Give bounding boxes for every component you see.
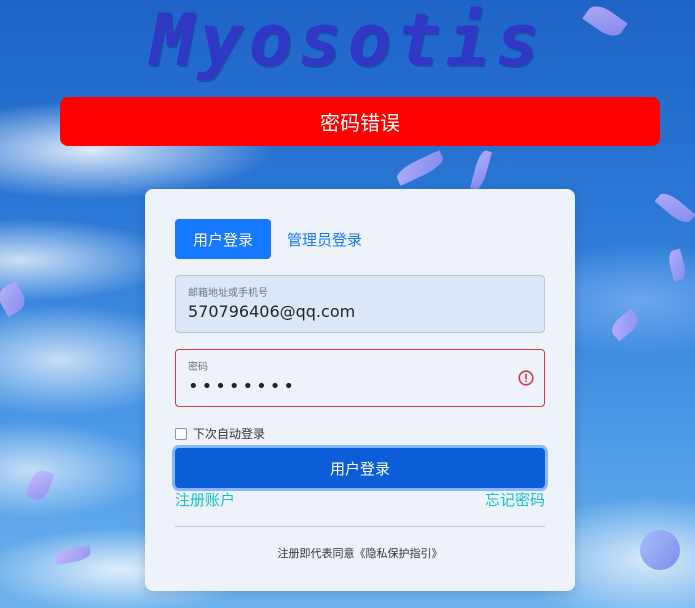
login-tabs: 用户登录 管理员登录	[175, 219, 362, 259]
forgot-password-link[interactable]: 忘记密码	[485, 489, 545, 510]
privacy-notice: 注册即代表同意《隐私保护指引》	[277, 547, 443, 560]
petal-decoration	[470, 149, 492, 191]
petal-decoration	[654, 189, 695, 227]
petal-decoration	[666, 248, 688, 282]
email-field-label: 邮箱地址或手机号	[188, 288, 268, 299]
login-card: 用户登录 管理员登录 邮箱地址或手机号 570796406@qq.com 密码 …	[145, 189, 575, 591]
password-field-label: 密码	[188, 362, 208, 373]
alert-message: 密码错误	[320, 111, 400, 135]
petal-decoration	[25, 467, 55, 503]
petal-decoration	[0, 280, 30, 318]
petal-decoration	[393, 150, 447, 186]
password-input[interactable]: ••••••••	[188, 376, 508, 397]
remember-me: 下次自动登录	[175, 425, 265, 442]
error-alert: 密码错误	[60, 97, 660, 146]
brand-logo: Myosotis	[150, 0, 545, 82]
remember-label: 下次自动登录	[193, 427, 266, 441]
exclamation-circle-icon	[518, 370, 534, 386]
email-field[interactable]: 邮箱地址或手机号 570796406@qq.com	[175, 275, 545, 333]
user-login-button[interactable]: 用户登录	[175, 448, 545, 488]
petal-decoration	[54, 544, 92, 566]
petal-decoration	[640, 530, 680, 570]
petal-decoration	[607, 308, 643, 342]
tab-admin-login[interactable]: 管理员登录	[287, 219, 362, 259]
remember-checkbox[interactable]	[175, 427, 187, 440]
email-input[interactable]: 570796406@qq.com	[188, 302, 508, 321]
password-field[interactable]: 密码 ••••••••	[175, 349, 545, 407]
divider	[175, 526, 545, 527]
auth-links: 注册账户 忘记密码	[175, 489, 545, 510]
tab-user-login[interactable]: 用户登录	[175, 219, 271, 259]
register-link[interactable]: 注册账户	[175, 489, 235, 510]
